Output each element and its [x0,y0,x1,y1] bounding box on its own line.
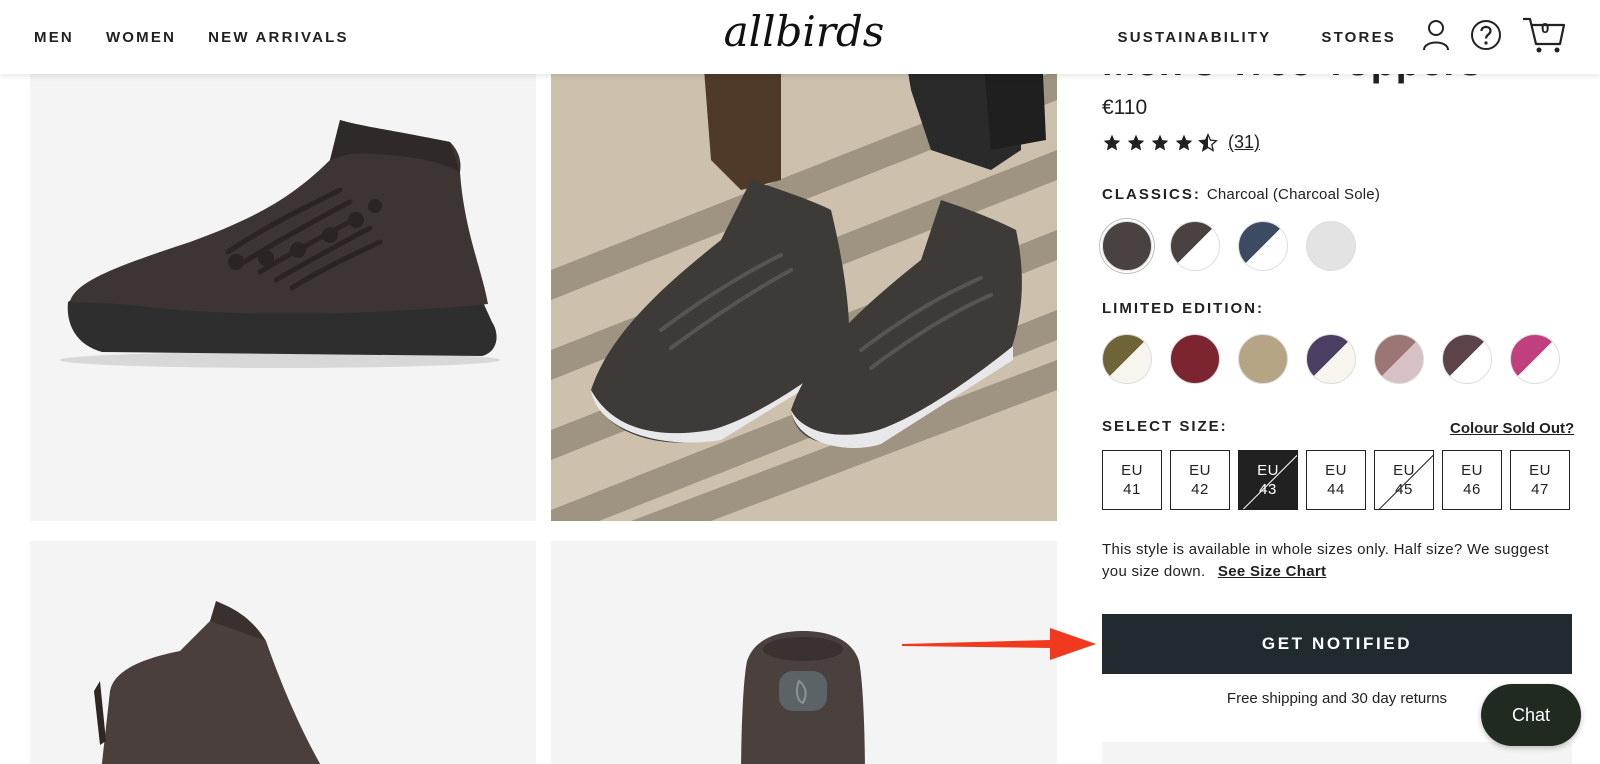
limited-edition-swatches [1102,334,1560,384]
size-number: 42 [1191,481,1209,498]
swatch-purple-cream[interactable] [1306,334,1356,384]
size-region: EU [1121,462,1143,479]
swatch-charcoal-white[interactable] [1170,221,1220,271]
limited-edition-label: LIMITED EDITION: [1102,300,1264,317]
size-number: 41 [1123,481,1141,498]
swatch-light-grey[interactable] [1306,221,1356,271]
colour-sold-out-link[interactable]: Colour Sold Out? [1450,420,1574,437]
size-option-eu-44[interactable]: EU 44 [1306,450,1366,510]
size-number: 46 [1463,481,1481,498]
size-number: 47 [1531,481,1549,498]
svg-text:allbirds: allbirds [724,8,884,56]
swatch-plum-white[interactable] [1442,334,1492,384]
size-region: EU [1325,462,1347,479]
size-option-eu-43[interactable]: EU 43 [1238,450,1298,510]
product-price: €110 [1102,96,1148,119]
swatch-sand[interactable] [1238,334,1288,384]
size-number: 44 [1327,481,1345,498]
size-region: EU [1529,462,1551,479]
star-icon [1102,133,1122,153]
star-icon [1174,133,1194,153]
nav-sustainability[interactable]: SUSTAINABILITY [1118,29,1272,46]
cart-count: 0 [1541,19,1550,37]
size-option-eu-47[interactable]: EU 47 [1510,450,1570,510]
size-note: This style is available in whole sizes o… [1102,539,1572,583]
selected-colour: Charcoal (Charcoal Sole) [1206,186,1381,203]
site-header: MEN WOMEN NEW ARRIVALS allbirds SUSTAINA… [0,0,1600,74]
user-icon[interactable] [1422,19,1450,56]
classics-label-row: CLASSICS: Charcoal (Charcoal Sole) [1102,186,1380,203]
size-option-eu-42[interactable]: EU 42 [1170,450,1230,510]
product-rating: (31) [1102,132,1260,153]
size-option-eu-45[interactable]: EU 45 [1374,450,1434,510]
half-star-icon [1198,132,1218,153]
nav-stores[interactable]: STORES [1321,29,1396,46]
product-image-side[interactable] [30,30,536,521]
swatch-burgundy[interactable] [1170,334,1220,384]
primary-nav: MEN WOMEN NEW ARRIVALS [34,0,349,74]
star-icon [1126,133,1146,153]
review-count-link[interactable]: (31) [1228,132,1260,153]
swatch-olive-cream[interactable] [1102,334,1152,384]
swatch-charcoal[interactable] [1102,221,1152,271]
size-option-eu-41[interactable]: EU 41 [1102,450,1162,510]
select-size-label: SELECT SIZE: [1102,418,1228,435]
star-icon [1150,133,1170,153]
nav-men[interactable]: MEN [34,29,74,46]
size-region: EU [1461,462,1483,479]
swatch-magenta-white[interactable] [1510,334,1560,384]
nav-new-arrivals[interactable]: NEW ARRIVALS [208,29,349,46]
secondary-nav: SUSTAINABILITY STORES 0 [1118,0,1566,74]
size-option-eu-46[interactable]: EU 46 [1442,450,1502,510]
classics-label: CLASSICS: [1102,186,1201,203]
chat-button[interactable]: Chat [1481,684,1581,746]
get-notified-button[interactable]: GET NOTIFIED [1102,614,1572,674]
help-icon[interactable] [1470,19,1502,56]
size-region: EU [1189,462,1211,479]
info-box [1102,742,1572,764]
product-image-lifestyle[interactable] [551,30,1057,521]
size-selector: EU 41 EU 42 EU 43 EU 44 EU 45 EU 46 EU 47 [1102,450,1570,510]
product-image-angle[interactable] [30,541,536,764]
classics-swatches [1102,221,1356,271]
cart-icon[interactable]: 0 [1522,16,1566,59]
red-arrow-annotation [902,628,1096,660]
size-chart-link[interactable]: See Size Chart [1218,563,1326,580]
allbirds-logo[interactable]: allbirds [724,7,885,68]
unavailable-slash [1242,451,1297,509]
unavailable-slash [1378,451,1433,509]
nav-women[interactable]: WOMEN [106,29,176,46]
swatch-navy-white[interactable] [1238,221,1288,271]
swatch-mauve-blush[interactable] [1374,334,1424,384]
